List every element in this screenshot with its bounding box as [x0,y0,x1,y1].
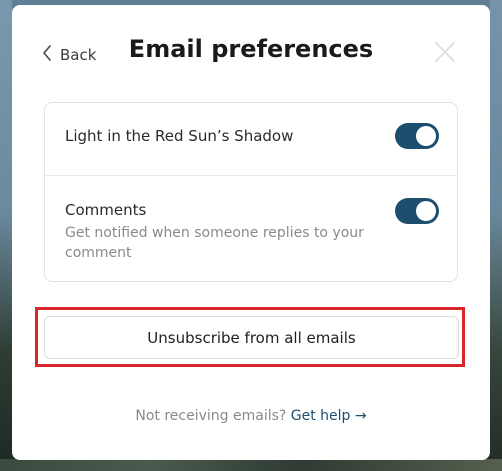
preference-title: Comments [65,201,147,219]
page-title: Email preferences [128,35,374,63]
get-help-link[interactable]: Get help → [291,408,367,424]
story-toggle[interactable] [395,123,439,149]
email-preferences-modal: Back Email preferences Light in the Red … [12,5,490,460]
preference-row-story: Light in the Red Sun’s Shadow [45,103,457,176]
background-bottom [0,459,502,471]
preferences-card: Light in the Red Sun’s Shadow Comments G… [44,102,458,282]
background-left [0,0,12,471]
preference-row-comments: Comments Get notified when someone repli… [45,175,457,283]
toggle-knob [416,126,436,146]
close-button[interactable] [433,40,457,64]
footer: Not receiving emails? Get help → [12,408,490,424]
comments-toggle[interactable] [395,198,439,224]
preference-description: Get notified when someone replies to you… [65,225,364,261]
close-icon [433,42,457,68]
toggle-knob [416,201,436,221]
unsubscribe-button[interactable]: Unsubscribe from all emails [44,316,459,359]
footer-text: Not receiving emails? [135,408,287,424]
background-right [490,0,502,471]
preference-title: Light in the Red Sun’s Shadow [65,127,294,145]
